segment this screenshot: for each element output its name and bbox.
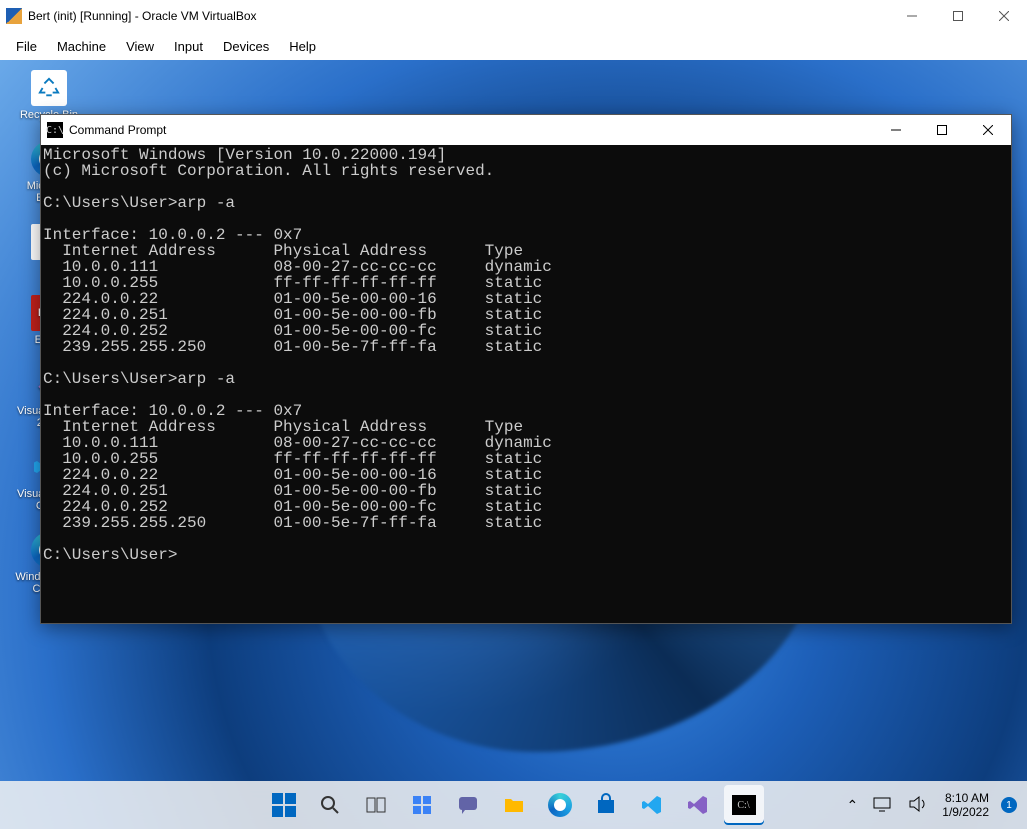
chat-icon — [456, 793, 480, 817]
cmd-icon: C:\ — [47, 122, 63, 138]
menu-machine[interactable]: Machine — [47, 35, 116, 58]
taskbar-chat-button[interactable] — [448, 785, 488, 825]
vbox-titlebar[interactable]: Bert (init) [Running] - Oracle VM Virtua… — [0, 0, 1027, 32]
network-icon[interactable] — [870, 792, 894, 819]
cmd-titlebar[interactable]: C:\ Command Prompt — [41, 115, 1011, 145]
notification-badge[interactable]: 1 — [1001, 797, 1017, 813]
command-prompt-window[interactable]: C:\ Command Prompt Microsoft Windows [Ve… — [40, 114, 1012, 624]
vscode-icon — [640, 793, 664, 817]
clock-date: 1/9/2022 — [942, 805, 989, 819]
taskbar-vs-button[interactable] — [678, 785, 718, 825]
taskbar-widgets-button[interactable] — [402, 785, 442, 825]
taskview-icon — [364, 793, 388, 817]
menu-help[interactable]: Help — [279, 35, 326, 58]
edge-icon — [548, 793, 572, 817]
cmd-maximize-button[interactable] — [919, 115, 965, 145]
tray-chevron-icon[interactable]: ⌃ — [847, 797, 859, 814]
taskbar-edge-button[interactable] — [540, 785, 580, 825]
system-tray: ⌃ 8:10 AM 1/9/2022 1 — [847, 791, 1017, 819]
menu-input[interactable]: Input — [164, 35, 213, 58]
cmd-icon: C:\ — [732, 795, 756, 815]
widgets-icon — [410, 793, 434, 817]
menu-view[interactable]: View — [116, 35, 164, 58]
clock-time: 8:10 AM — [942, 791, 989, 805]
cmd-minimize-button[interactable] — [873, 115, 919, 145]
taskbar: C:\ ⌃ 8:10 AM 1/9/2022 1 — [0, 781, 1027, 829]
cmd-output[interactable]: Microsoft Windows [Version 10.0.22000.19… — [41, 145, 1011, 623]
menu-file[interactable]: File — [6, 35, 47, 58]
vbox-maximize-button[interactable] — [935, 0, 981, 32]
taskbar-store-button[interactable] — [586, 785, 626, 825]
start-icon — [272, 793, 296, 817]
vbox-close-button[interactable] — [981, 0, 1027, 32]
search-icon — [318, 793, 342, 817]
store-icon — [594, 793, 618, 817]
cmd-close-button[interactable] — [965, 115, 1011, 145]
taskbar-start-button[interactable] — [264, 785, 304, 825]
volume-icon[interactable] — [906, 792, 930, 819]
taskbar-explorer-button[interactable] — [494, 785, 534, 825]
vbox-title: Bert (init) [Running] - Oracle VM Virtua… — [28, 9, 889, 23]
cmd-title: Command Prompt — [69, 123, 873, 137]
guest-desktop[interactable]: Recycle BinMicrosoft Edge≡batPDFEULA◈Vis… — [0, 60, 1027, 829]
clock[interactable]: 8:10 AM 1/9/2022 — [942, 791, 989, 819]
taskbar-vscode-button[interactable] — [632, 785, 672, 825]
taskbar-search-button[interactable] — [310, 785, 350, 825]
taskbar-cmd-button[interactable]: C:\ — [724, 785, 764, 825]
explorer-icon — [502, 793, 526, 817]
virtualbox-icon — [6, 8, 22, 24]
virtualbox-window: Bert (init) [Running] - Oracle VM Virtua… — [0, 0, 1027, 829]
vs-icon — [686, 793, 710, 817]
menu-devices[interactable]: Devices — [213, 35, 279, 58]
recycle-bin-icon — [31, 70, 67, 106]
vbox-minimize-button[interactable] — [889, 0, 935, 32]
taskbar-taskview-button[interactable] — [356, 785, 396, 825]
vbox-menubar: File Machine View Input Devices Help — [0, 32, 1027, 60]
